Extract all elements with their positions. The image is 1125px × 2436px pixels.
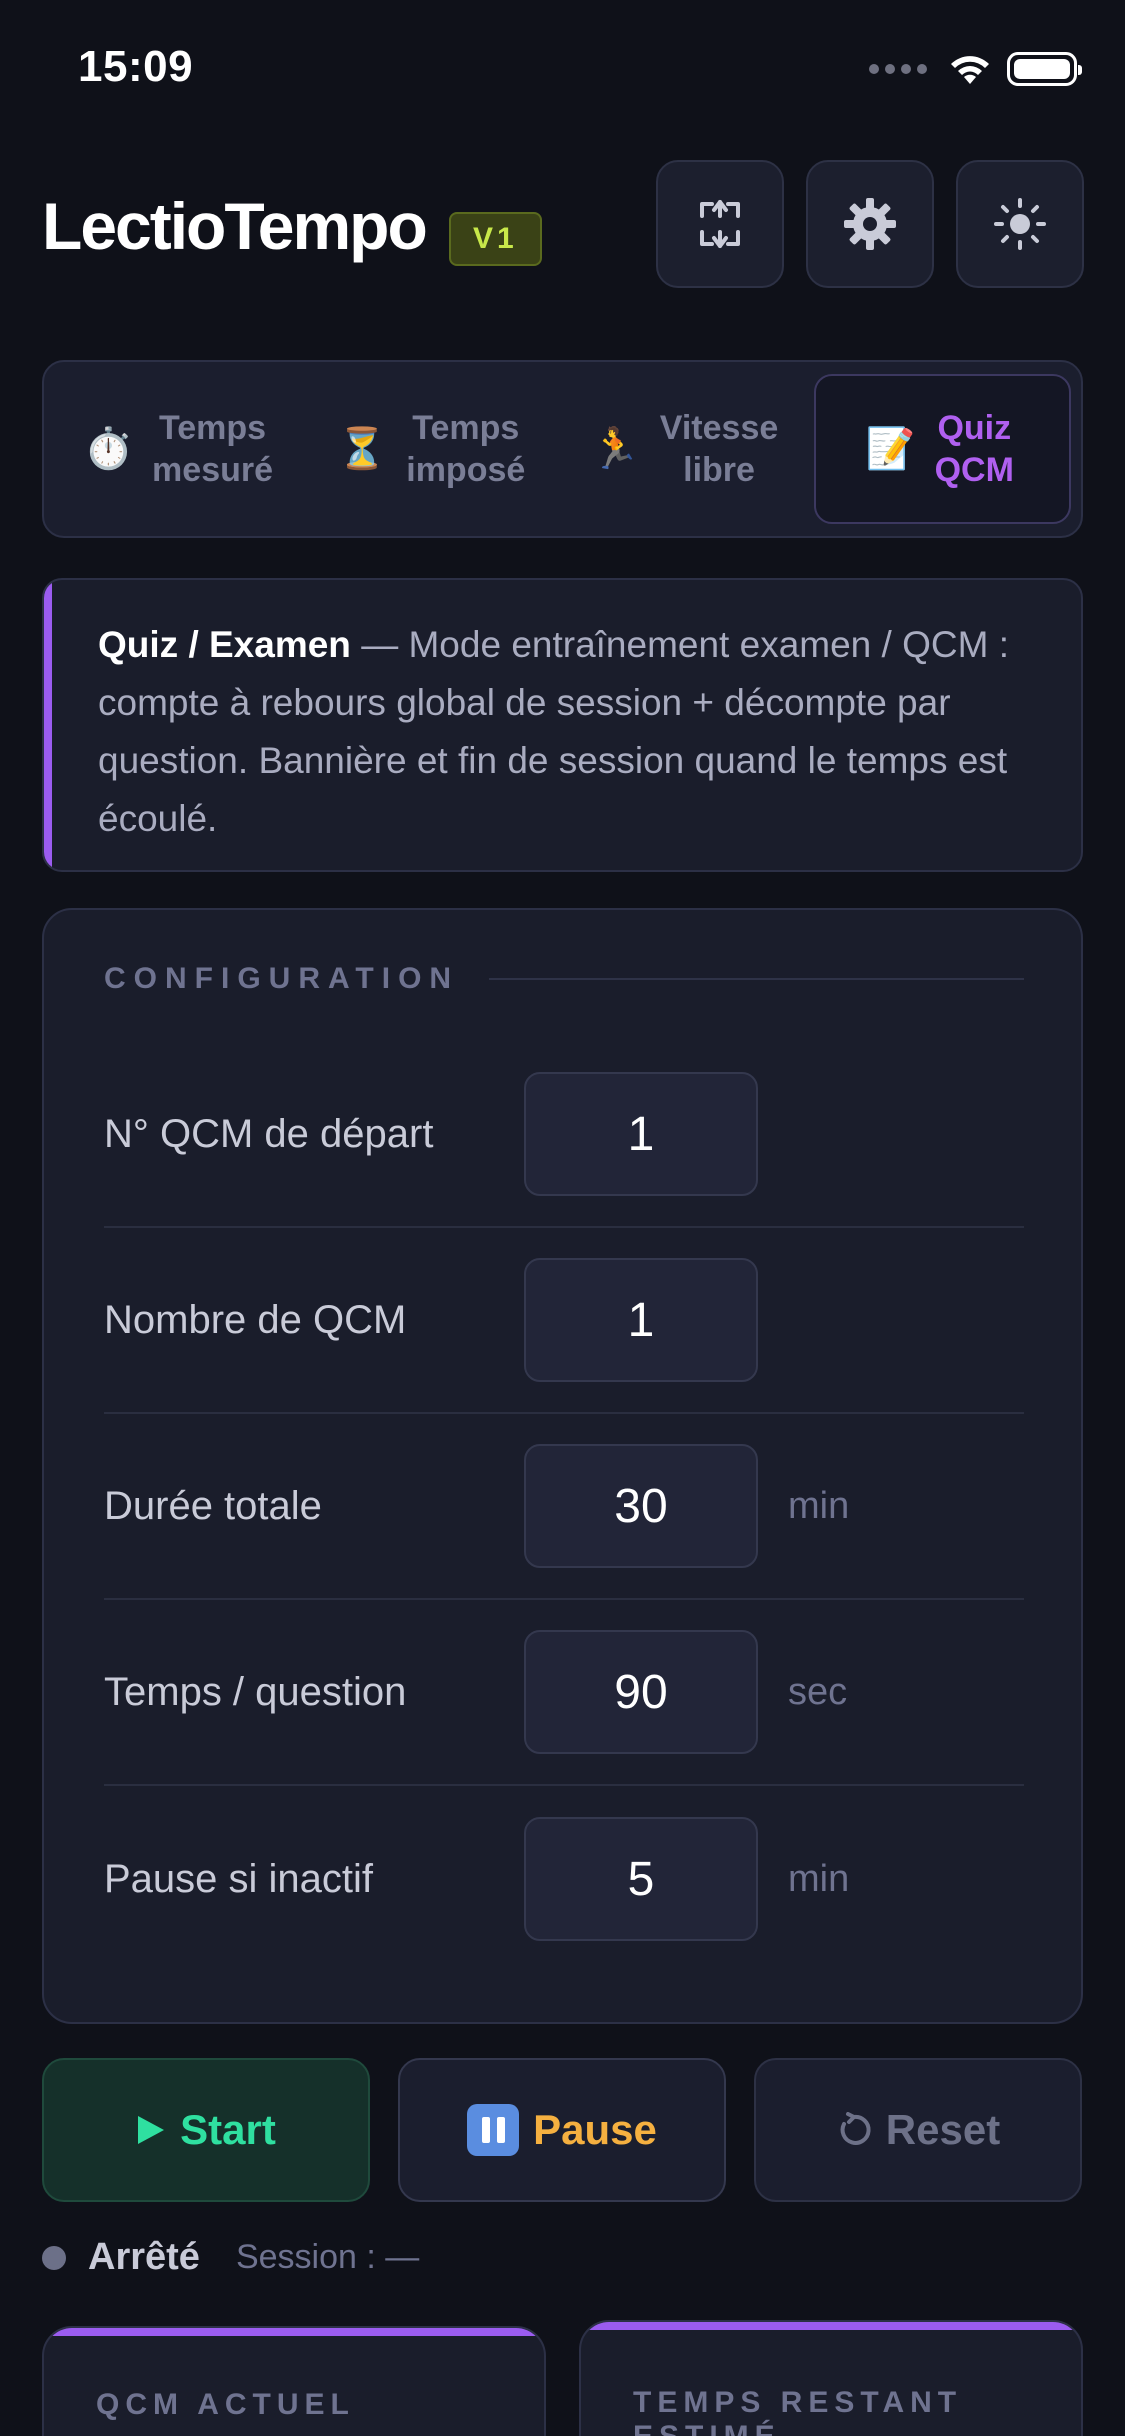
tab-temps-impose[interactable]: ⏳ Temps imposé bbox=[307, 374, 560, 524]
idle-pause-input[interactable]: 5 bbox=[524, 1817, 758, 1941]
config-label: Temps / question bbox=[104, 1669, 407, 1714]
remaining-time-label: TEMPS RESTANT ESTIMÉ bbox=[633, 2386, 963, 2436]
wifi-icon bbox=[951, 56, 989, 84]
current-qcm-label: QCM ACTUEL bbox=[96, 2388, 355, 2421]
configuration-title: CONFIGURATION bbox=[104, 962, 460, 995]
start-label: Start bbox=[180, 2106, 276, 2153]
status-icons bbox=[869, 52, 1082, 86]
sun-icon bbox=[994, 198, 1046, 250]
mode-description-title: Quiz / Examen bbox=[98, 624, 351, 665]
time-per-question-input[interactable]: 90 bbox=[524, 1630, 758, 1754]
config-row-total-duration: Durée totale 30 min bbox=[104, 1414, 1024, 1600]
qcm-count-input[interactable]: 1 bbox=[524, 1258, 758, 1382]
remaining-time-card: TEMPS RESTANT ESTIMÉ bbox=[579, 2320, 1083, 2436]
config-label: Nombre de QCM bbox=[104, 1297, 407, 1342]
total-duration-input[interactable]: 30 bbox=[524, 1444, 758, 1568]
config-unit: min bbox=[788, 1484, 850, 1527]
mode-description: Quiz / Examen — Mode entraînement examen… bbox=[42, 578, 1083, 872]
theme-toggle-button[interactable] bbox=[956, 160, 1084, 288]
hourglass-icon: ⏳ bbox=[336, 427, 387, 471]
expand-icon bbox=[700, 200, 740, 248]
reset-icon bbox=[840, 2112, 871, 2145]
play-icon bbox=[138, 2116, 165, 2144]
tab-temps-mesure[interactable]: ⏱️ Temps mesuré bbox=[54, 374, 307, 524]
tab-vitesse-libre[interactable]: 🏃 Vitesse libre bbox=[561, 374, 814, 524]
start-qcm-input[interactable]: 1 bbox=[524, 1072, 758, 1196]
cellular-signal-icon bbox=[869, 64, 927, 74]
start-button[interactable]: Start bbox=[42, 2058, 370, 2202]
config-unit: min bbox=[788, 1857, 850, 1900]
tab-label: Temps imposé bbox=[406, 408, 526, 490]
status-time: 15:09 bbox=[78, 42, 194, 91]
runner-icon: 🏃 bbox=[590, 427, 641, 471]
app-header: LectioTempo V1 bbox=[42, 160, 1084, 290]
fullscreen-button[interactable] bbox=[656, 160, 784, 288]
configuration-panel: CONFIGURATION N° QCM de départ 1 Nombre … bbox=[42, 908, 1083, 2024]
status-indicator-dot bbox=[42, 2245, 66, 2270]
memo-icon: 📝 bbox=[865, 427, 916, 471]
config-label: Pause si inactif bbox=[104, 1856, 374, 1901]
pause-label: Pause bbox=[533, 2106, 657, 2153]
config-row-time-per-question: Temps / question 90 sec bbox=[104, 1600, 1024, 1786]
tab-label: Vitesse libre bbox=[659, 408, 779, 490]
config-row-qcm-count: Nombre de QCM 1 bbox=[104, 1228, 1024, 1414]
config-label: Durée totale bbox=[104, 1483, 322, 1528]
gear-icon bbox=[844, 198, 896, 250]
tab-quiz-qcm[interactable]: 📝 Quiz QCM bbox=[813, 374, 1071, 524]
pause-icon bbox=[467, 2104, 520, 2156]
current-qcm-card: QCM ACTUEL bbox=[42, 2326, 546, 2436]
reset-label: Reset bbox=[885, 2106, 1001, 2153]
config-label: N° QCM de départ bbox=[104, 1111, 434, 1156]
pause-button[interactable]: Pause bbox=[398, 2058, 726, 2202]
config-row-start-qcm: N° QCM de départ 1 bbox=[104, 1042, 1024, 1228]
session-status: Arrêté Session : — bbox=[42, 2236, 419, 2279]
tab-label: Temps mesuré bbox=[152, 408, 274, 490]
version-badge: V1 bbox=[449, 212, 542, 266]
reset-button[interactable]: Reset bbox=[754, 2058, 1082, 2202]
mode-tabs: ⏱️ Temps mesuré ⏳ Temps imposé 🏃 Vitesse… bbox=[42, 360, 1083, 538]
status-text: Arrêté bbox=[88, 2236, 200, 2278]
session-text: Session : — bbox=[235, 2238, 420, 2276]
app-title: LectioTempo bbox=[42, 189, 428, 263]
divider bbox=[489, 978, 1024, 980]
configuration-header: CONFIGURATION bbox=[104, 962, 1024, 996]
status-bar: 15:09 bbox=[0, 0, 1125, 140]
stopwatch-icon: ⏱️ bbox=[83, 427, 134, 471]
config-unit: sec bbox=[788, 1670, 848, 1713]
settings-button[interactable] bbox=[806, 160, 934, 288]
battery-icon bbox=[1007, 52, 1082, 86]
tab-label: Quiz QCM bbox=[934, 408, 1014, 490]
config-row-idle-pause: Pause si inactif 5 min bbox=[104, 1786, 1024, 1972]
